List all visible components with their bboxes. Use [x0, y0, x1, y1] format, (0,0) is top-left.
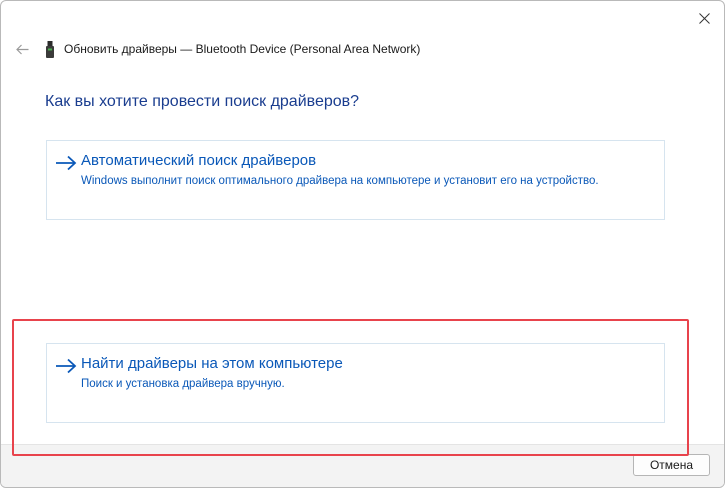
dialog-footer: Отмена	[1, 445, 724, 487]
usb-device-icon	[46, 41, 54, 58]
update-drivers-dialog: Обновить драйверы — Bluetooth Device (Pe…	[0, 0, 725, 488]
right-arrow-icon	[56, 155, 77, 171]
option-title: Найти драйверы на этом компьютере	[81, 355, 343, 372]
browse-computer-option[interactable]: Найти драйверы на этом компьютере Поиск …	[46, 343, 665, 423]
right-arrow-icon	[56, 358, 77, 374]
option-title: Автоматический поиск драйверов	[81, 152, 317, 169]
option-description: Поиск и установка драйвера вручную.	[81, 378, 285, 390]
option-description: Windows выполнит поиск оптимального драй…	[81, 175, 599, 187]
dialog-header: Обновить драйверы — Bluetooth Device (Pe…	[1, 33, 724, 67]
dialog-title: Обновить драйверы — Bluetooth Device (Pe…	[64, 42, 421, 56]
cancel-button[interactable]: Отмена	[633, 454, 710, 476]
back-button[interactable]	[10, 37, 34, 61]
auto-search-option[interactable]: Автоматический поиск драйверов Windows в…	[46, 140, 665, 220]
close-icon	[698, 12, 710, 24]
back-arrow-icon	[15, 44, 28, 54]
close-button[interactable]	[690, 5, 718, 31]
page-heading: Как вы хотите провести поиск драйверов?	[45, 93, 360, 110]
